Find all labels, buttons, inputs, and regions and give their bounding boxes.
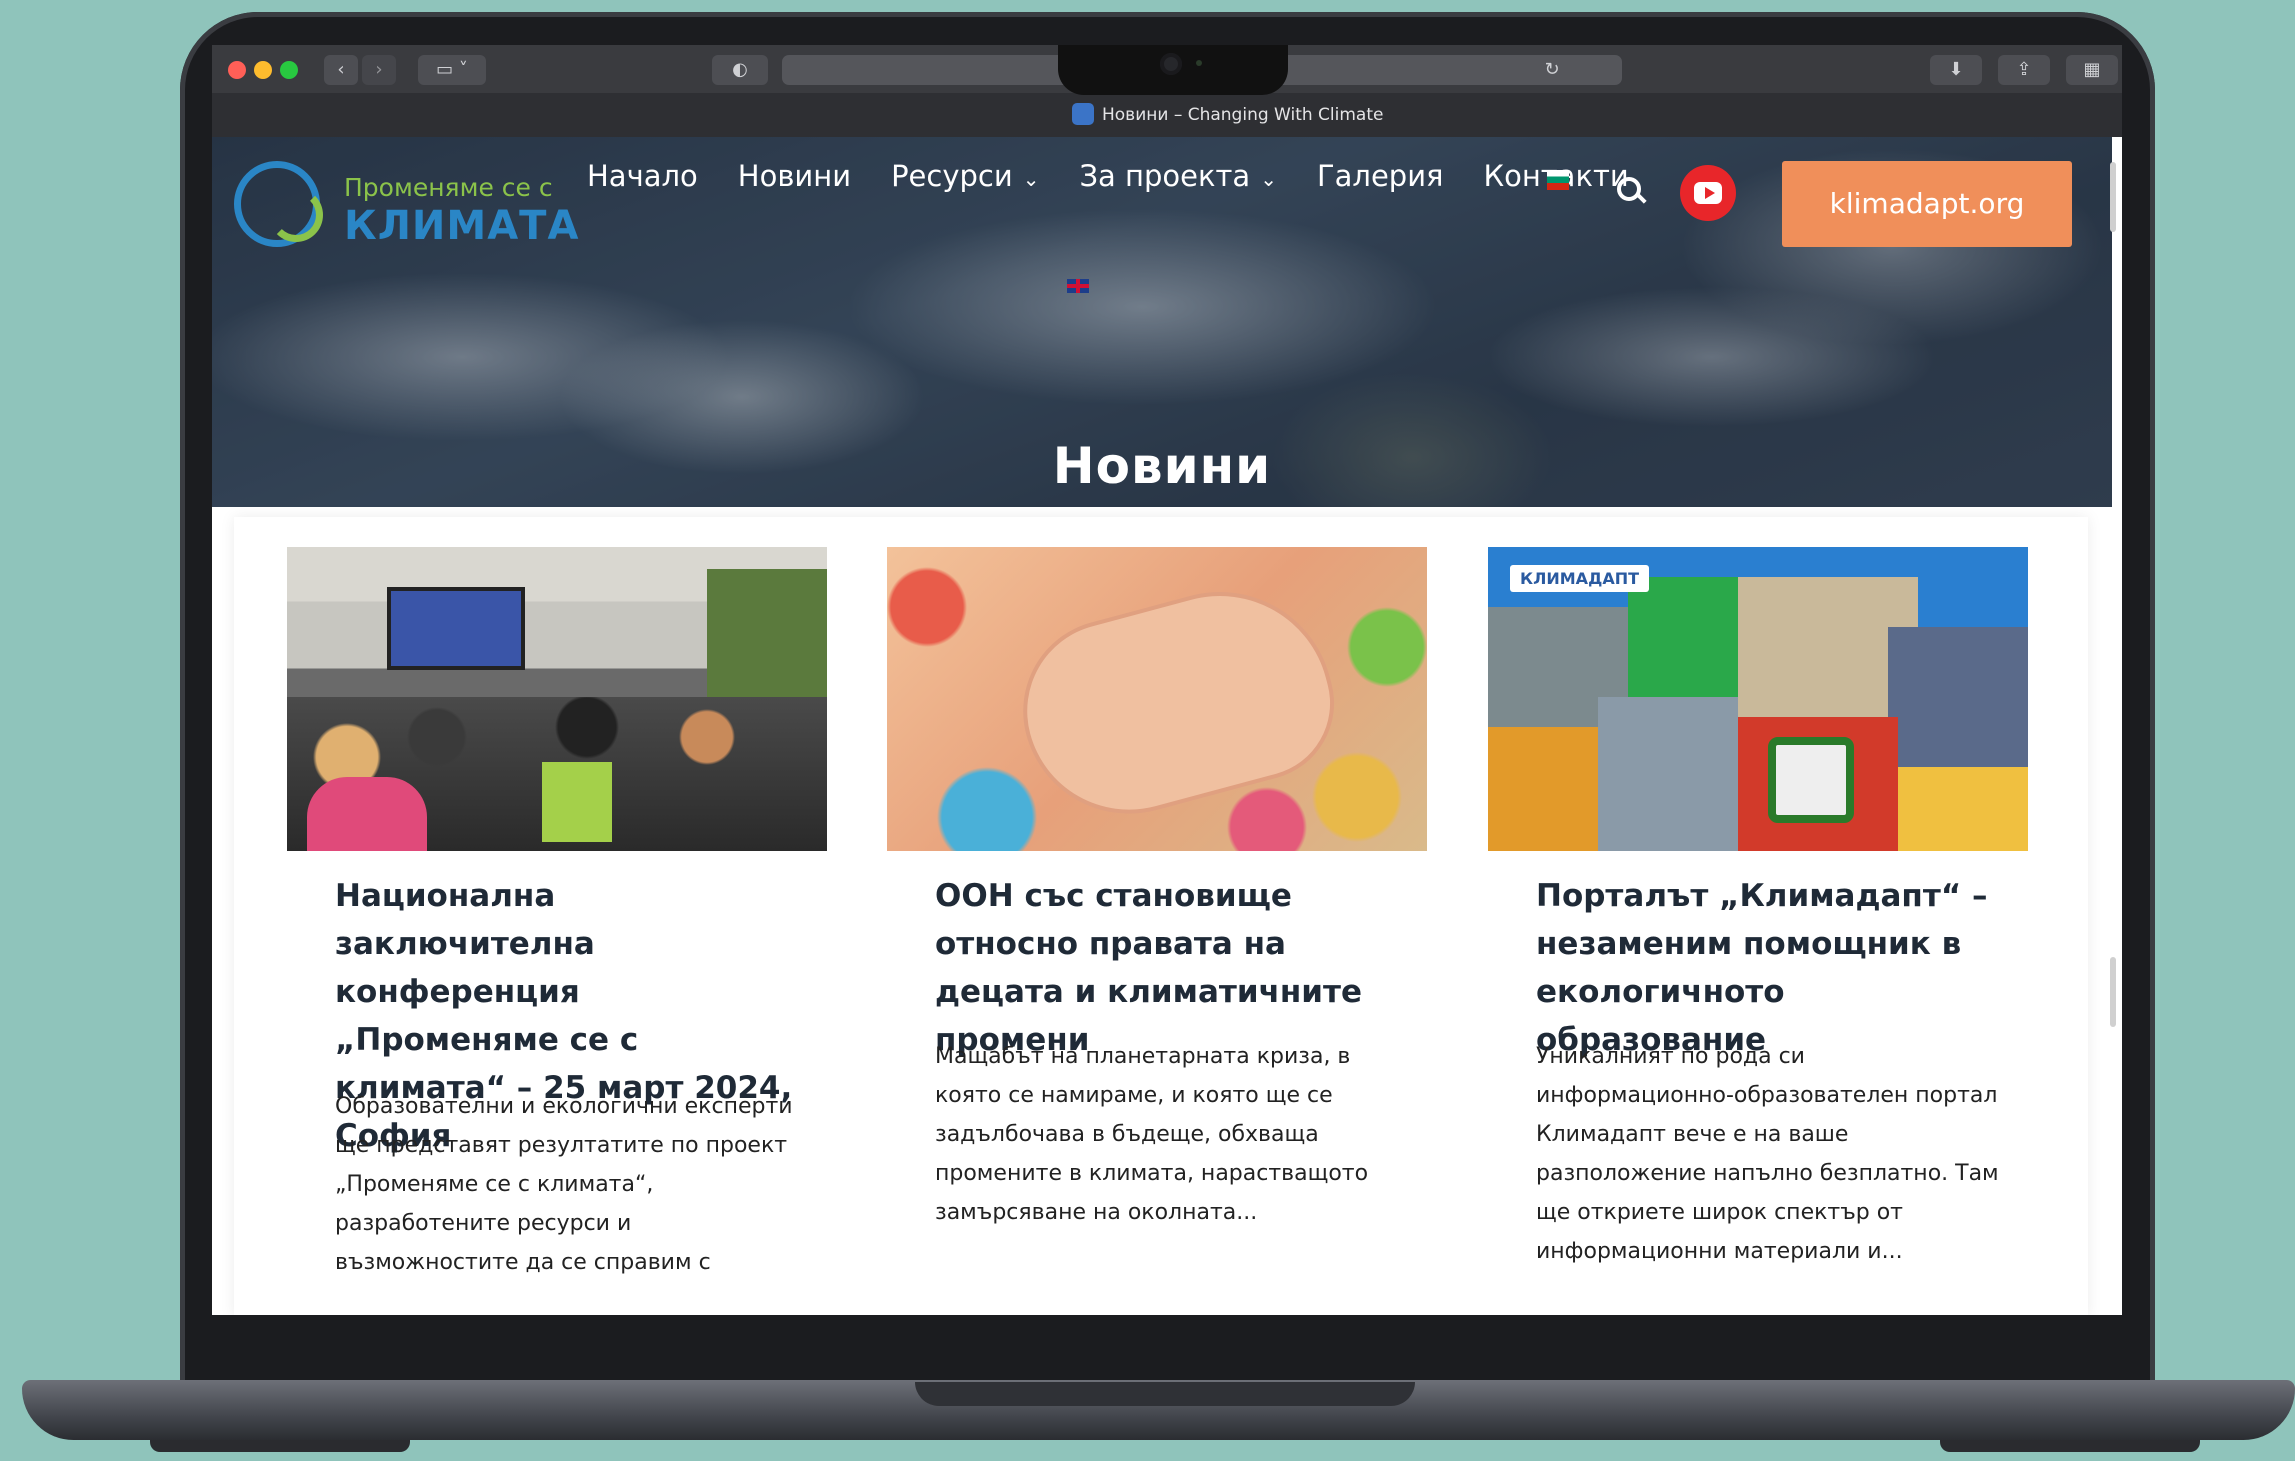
- nav-label: Новини: [737, 159, 852, 193]
- nav-item-gallery[interactable]: Галерия: [1317, 159, 1444, 199]
- nav-label: Ресурси: [891, 159, 1013, 193]
- laptop-foot: [150, 1440, 410, 1452]
- grid-icon: ▦: [2083, 59, 2101, 80]
- nav-item-resources[interactable]: Ресурси ⌄: [891, 159, 1039, 199]
- scrollbar-thumb[interactable]: [2110, 957, 2116, 1027]
- nav-label: Начало: [587, 159, 698, 193]
- sidebar-toggle-button[interactable]: ▭ ˅: [418, 55, 486, 85]
- logo-name: КЛИМАТА: [344, 203, 580, 249]
- web-page: Новини Променяме се с КЛИМАТА Начало Нов…: [212, 137, 2122, 1315]
- share-icon: ⇪: [2016, 59, 2032, 80]
- camera-notch: [1058, 45, 1288, 95]
- image-tile: [1898, 767, 2028, 851]
- news-card-image[interactable]: [887, 547, 1427, 851]
- news-card-excerpt: Мащабът на планетарната криза, в която с…: [935, 1044, 1369, 1225]
- privacy-button[interactable]: ◐: [712, 55, 768, 85]
- reload-button[interactable]: ↻: [1537, 55, 1567, 85]
- news-card-excerpt: Образователни и екологични експерти ще п…: [335, 1094, 793, 1275]
- reload-icon: ↻: [1544, 59, 1560, 80]
- nav-item-news[interactable]: Новини: [738, 159, 851, 199]
- news-card-image[interactable]: [287, 547, 827, 851]
- chevron-right-icon: ›: [375, 59, 383, 80]
- attendee: [307, 777, 427, 851]
- klimadapt-image-label: КЛИМАДАПТ: [1510, 565, 1649, 592]
- nav-item-about[interactable]: За проекта ⌄: [1079, 159, 1276, 199]
- news-card-title[interactable]: Порталът „Климадапт“ – незаменим помощни…: [1536, 872, 2006, 1064]
- chevron-down-icon: ⌄: [1022, 167, 1040, 191]
- close-window-button[interactable]: [228, 61, 246, 79]
- search-icon[interactable]: [1617, 177, 1647, 204]
- chevron-down-icon: ⌄: [1260, 167, 1277, 191]
- back-button[interactable]: ‹: [324, 55, 358, 85]
- main-nav: Начало Новини Ресурси ⌄ За проекта ⌄ Галер…: [587, 159, 1669, 199]
- laptop-foot: [1940, 1440, 2200, 1452]
- chevron-left-icon: ‹: [337, 59, 345, 80]
- tv-icon: [1768, 737, 1854, 823]
- laptop-hinge-groove: [915, 1382, 1415, 1406]
- stacked-hands: [1007, 571, 1347, 833]
- youtube-icon[interactable]: [1680, 165, 1736, 221]
- tab-overview-button[interactable]: ▦: [2066, 55, 2118, 85]
- klimadapt-link-button[interactable]: klimadapt.org: [1782, 161, 2072, 247]
- nav-label: Галерия: [1316, 159, 1444, 193]
- news-card-excerpt: Уникалният по рода си информационно-обра…: [1536, 1044, 1999, 1264]
- minimize-window-button[interactable]: [254, 61, 272, 79]
- logo-tagline: Променяме се с: [344, 173, 553, 202]
- scrollbar-thumb[interactable]: [2110, 162, 2116, 232]
- logo-icon: [234, 161, 323, 247]
- projector-screen: [387, 587, 525, 670]
- site-logo[interactable]: Променяме се с КЛИМАТА: [234, 151, 578, 251]
- favicon-icon: [1072, 103, 1094, 125]
- play-icon: [1705, 187, 1715, 199]
- image-tile: [1598, 697, 1738, 851]
- camera-led: [1196, 60, 1202, 66]
- nav-item-home[interactable]: Начало: [587, 159, 698, 199]
- nav-label: За проекта: [1079, 159, 1251, 193]
- forward-button[interactable]: ›: [362, 55, 396, 85]
- news-card-title[interactable]: ООН със становище относно правата на дец…: [935, 872, 1405, 1064]
- downloads-button[interactable]: ⬇: [1930, 55, 1982, 85]
- attendee: [542, 762, 612, 842]
- news-card-image[interactable]: КЛИМАДАПТ: [1488, 547, 2028, 851]
- download-icon: ⬇: [1948, 59, 1964, 80]
- uk-flag-icon[interactable]: [1067, 279, 1089, 293]
- camera-icon: [1160, 53, 1182, 75]
- tab-title: Новини – Changing With Climate: [1102, 105, 1384, 125]
- maximize-window-button[interactable]: [280, 61, 298, 79]
- page-title: Новини: [1052, 437, 1272, 495]
- sidebar-icon: ▭ ˅: [436, 59, 468, 80]
- image-tile: [1888, 627, 2028, 767]
- active-tab[interactable]: Новини – Changing With Climate: [1072, 102, 1632, 128]
- shield-icon: ◐: [732, 59, 748, 80]
- browser-window: ‹ › ▭ ˅ ◐ ↻ ⬇ ⇪ ▦ Новини – Changing With…: [212, 45, 2122, 1315]
- share-button[interactable]: ⇪: [1998, 55, 2050, 85]
- bg-flag-icon[interactable]: [1547, 170, 1569, 190]
